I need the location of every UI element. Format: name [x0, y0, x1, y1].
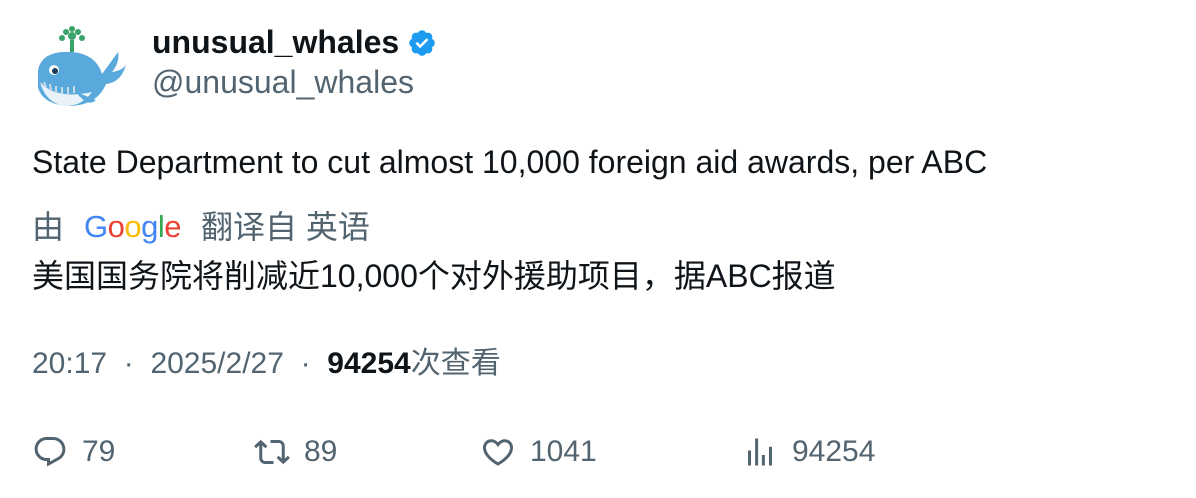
translated-suffix[interactable]: 翻译自 英语	[201, 207, 370, 247]
tweet-time[interactable]: 20:17	[32, 347, 107, 380]
retweet-count: 89	[304, 435, 338, 468]
verified-badge-icon	[409, 30, 435, 56]
like-count: 1041	[530, 435, 597, 468]
tweet-translation: 美国国务院将削减近10,000个对外援助项目，据ABC报道	[32, 258, 836, 294]
retweet-button[interactable]: 89	[254, 430, 337, 474]
views-label: 次查看	[410, 347, 501, 380]
avatar[interactable]	[32, 26, 126, 112]
reply-count: 79	[82, 435, 116, 468]
display-name[interactable]: unusual_whales	[152, 22, 399, 62]
like-button[interactable]: 1041	[480, 430, 597, 474]
views-count: 94254	[327, 347, 411, 380]
analytics-icon	[748, 438, 772, 466]
user-handle[interactable]: @unusual_whales	[152, 62, 414, 102]
tweet-date[interactable]: 2025/2/27	[150, 347, 283, 380]
meta-separator: ·	[292, 347, 319, 380]
translation-attribution: 由 Google 翻译自 英语	[32, 207, 370, 247]
reply-icon	[34, 437, 66, 467]
author-name-row[interactable]: unusual_whales	[152, 22, 437, 62]
retweet-icon	[254, 439, 290, 465]
translated-prefix: 由	[32, 209, 65, 245]
whale-avatar-icon	[38, 26, 126, 106]
tweet-meta: 20:17 · 2025/2/27 · 94254次查看	[32, 344, 501, 384]
action-bar: 79 89 1041 94254	[32, 430, 932, 474]
views-action-count: 94254	[792, 435, 876, 468]
google-logo: Google	[84, 209, 182, 244]
meta-separator: ·	[115, 347, 143, 380]
heart-icon	[482, 439, 514, 466]
views-button[interactable]: 94254	[742, 430, 875, 474]
reply-button[interactable]: 79	[32, 430, 115, 474]
tweet-text: State Department to cut almost 10,000 fo…	[32, 144, 988, 180]
